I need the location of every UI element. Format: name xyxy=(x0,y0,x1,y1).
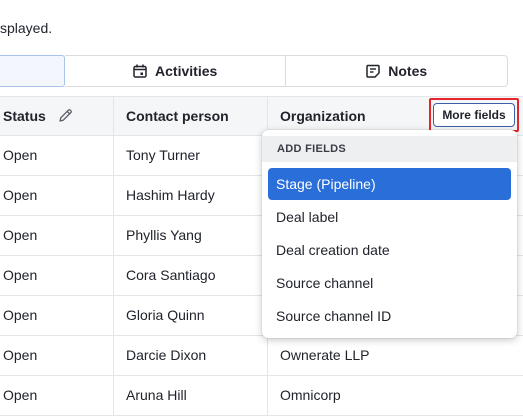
contact-cell[interactable]: Tony Turner xyxy=(126,136,200,175)
organization-cell[interactable]: Ownerate LLP xyxy=(280,336,370,375)
description-text: splayed. xyxy=(0,20,53,36)
field-option-source-channel-id[interactable]: Source channel ID xyxy=(268,300,511,332)
add-fields-dropdown: ADD FIELDS Stage (Pipeline) Deal label D… xyxy=(262,130,517,338)
note-icon xyxy=(366,64,381,78)
tab-selected[interactable] xyxy=(0,55,65,87)
status-cell: Open xyxy=(3,387,38,403)
column-divider xyxy=(267,336,268,375)
more-fields-button[interactable]: More fields xyxy=(433,103,515,127)
contact-cell[interactable]: Aruna Hill xyxy=(126,376,187,415)
column-divider xyxy=(113,176,114,215)
column-divider xyxy=(113,376,114,415)
contact-cell[interactable]: Cora Santiago xyxy=(126,256,216,295)
status-cell: Open xyxy=(3,267,38,283)
column-divider xyxy=(113,256,114,295)
contact-cell[interactable]: Darcie Dixon xyxy=(126,336,206,375)
contact-cell[interactable]: Phyllis Yang xyxy=(126,216,202,255)
column-divider xyxy=(113,97,114,135)
field-option-deal-label[interactable]: Deal label xyxy=(268,201,511,233)
column-divider xyxy=(113,216,114,255)
column-divider xyxy=(113,296,114,335)
column-divider xyxy=(267,376,268,415)
tab-activities-label: Activities xyxy=(155,63,218,79)
status-cell: Open xyxy=(3,307,38,323)
column-divider xyxy=(113,336,114,375)
dropdown-header: ADD FIELDS xyxy=(262,136,517,162)
contact-cell[interactable]: Hashim Hardy xyxy=(126,176,215,215)
tab-notes-label: Notes xyxy=(388,63,428,79)
organization-cell[interactable]: Omnicorp xyxy=(280,376,341,415)
column-header-status[interactable]: Status xyxy=(3,97,46,135)
field-option-source-channel[interactable]: Source channel xyxy=(268,267,511,299)
tab-activities[interactable]: Activities xyxy=(64,55,287,87)
view-tabs: Activities Notes xyxy=(0,55,508,87)
status-cell: Open xyxy=(3,187,38,203)
contact-cell[interactable]: Gloria Quinn xyxy=(126,296,205,335)
field-option-stage-pipeline[interactable]: Stage (Pipeline) xyxy=(268,168,511,200)
table-row[interactable]: Open Aruna Hill Omnicorp xyxy=(0,376,523,416)
status-cell: Open xyxy=(3,147,38,163)
field-option-deal-creation-date[interactable]: Deal creation date xyxy=(268,234,511,266)
more-fields-highlight: More fields xyxy=(429,98,519,132)
table-row[interactable]: Open Darcie Dixon Ownerate LLP xyxy=(0,336,523,376)
pencil-icon[interactable] xyxy=(58,108,73,123)
column-header-contact[interactable]: Contact person xyxy=(126,97,229,135)
column-divider xyxy=(113,136,114,175)
status-cell: Open xyxy=(3,347,38,363)
calendar-icon xyxy=(133,64,147,78)
tab-notes[interactable]: Notes xyxy=(286,55,508,87)
status-cell: Open xyxy=(3,227,38,243)
